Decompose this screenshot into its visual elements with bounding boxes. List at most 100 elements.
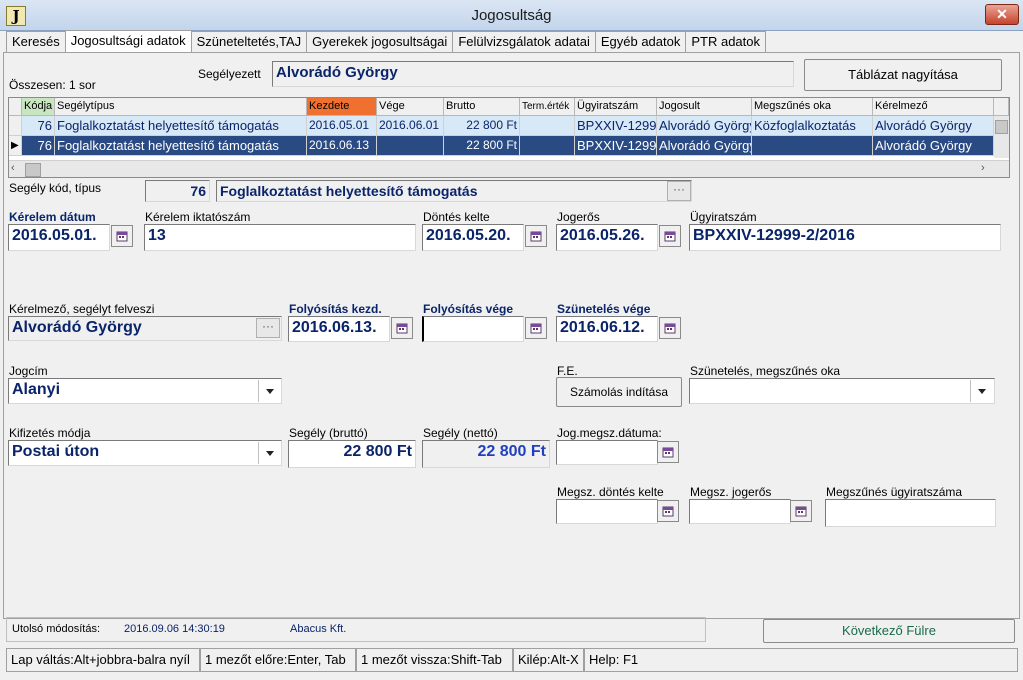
megsz-ugyirat-field[interactable]: [825, 499, 996, 527]
col-header-term[interactable]: Term.érték: [520, 98, 575, 116]
cell-tipus: Foglalkoztatást helyettesítő támogatás: [55, 136, 307, 156]
szun-oka-select[interactable]: [689, 378, 995, 404]
kerelmezo-label: Kérelmező, segélyt felveszi: [9, 302, 155, 316]
cell-tipus: Foglalkoztatást helyettesítő támogatás: [55, 116, 307, 136]
h-scroll-thumb[interactable]: [25, 163, 41, 177]
calendar-icon[interactable]: [657, 441, 679, 463]
szun-vege-label: Szünetelés vége: [557, 302, 651, 316]
row-indicator: [9, 116, 22, 136]
status-hint-tab-switch: Lap váltás:Alt+jobbra-balra nyíl: [6, 648, 200, 672]
window-title: Jogosultság: [471, 7, 552, 24]
tab-jogosultsagi-adatok[interactable]: Jogosultsági adatok: [64, 30, 192, 52]
megsz-dontes-field[interactable]: [556, 499, 658, 524]
seg-tipus-field: Foglalkoztatást helyettesítő támogatás: [216, 180, 692, 202]
brutto-label: Segély (bruttó): [289, 426, 368, 440]
cell-vege: 2016.06.01: [377, 116, 444, 136]
tab-kereses[interactable]: Keresés: [6, 31, 66, 52]
dontes-kelte-field[interactable]: 2016.05.20.: [422, 224, 524, 251]
seg-kod-label: Segély kód, típus: [9, 181, 102, 195]
col-header-kezdete[interactable]: Kezdete: [307, 98, 377, 116]
seg-kod-field: 76: [145, 180, 210, 202]
cell-ugyirat: BPXXIV-12999-2/2016: [575, 116, 657, 136]
kerelmezo-lookup-button[interactable]: ···: [256, 318, 280, 338]
row-indicator-header: [9, 98, 22, 116]
enlarge-table-button[interactable]: Táblázat nagyítása: [804, 59, 1002, 91]
cell-jogosult: Alvorádó György: [657, 116, 752, 136]
col-header-jogosult[interactable]: Jogosult: [657, 98, 752, 116]
cell-brutto: 22 800 Ft: [444, 136, 520, 156]
tab-szuneteltetes[interactable]: Szüneteltetés,TAJ: [190, 31, 308, 52]
tab-strip: Keresés Jogosultsági adatok Szünetelteté…: [6, 30, 767, 52]
calendar-icon[interactable]: [391, 317, 413, 339]
scroll-corner: [994, 98, 1009, 116]
cell-ugyirat: BPXXIV-12999-2/2016: [575, 136, 657, 156]
jogeros-label: Jogerős: [557, 210, 600, 224]
col-header-ugyirat[interactable]: Ügyiratszám: [575, 98, 657, 116]
megsz-jogeros-field[interactable]: [689, 499, 791, 524]
calendar-icon[interactable]: [657, 500, 679, 522]
scroll-right-icon[interactable]: ›: [981, 162, 985, 174]
calendar-icon[interactable]: [525, 225, 547, 247]
scroll-left-icon[interactable]: ‹: [11, 162, 15, 174]
ugyirat-field[interactable]: BPXXIV-12999-2/2016: [689, 224, 1001, 251]
calendar-icon[interactable]: [659, 225, 681, 247]
tab-felulvizsgalatok[interactable]: Felülvizsgálatok adatai: [452, 31, 596, 52]
next-tab-button[interactable]: Következő Fülre: [763, 619, 1015, 643]
col-header-brutto[interactable]: Brutto: [444, 98, 520, 116]
col-header-megszunes[interactable]: Megszűnés oka: [752, 98, 873, 116]
seg-tipus-lookup-button[interactable]: ···: [667, 181, 691, 201]
foly-vege-field[interactable]: [422, 316, 524, 342]
jogcim-value: Alanyi: [12, 381, 61, 398]
col-header-vege[interactable]: Vége: [377, 98, 444, 116]
horizontal-scrollbar[interactable]: ‹ ›: [9, 160, 1009, 177]
last-modified-panel: [6, 617, 706, 642]
kifizetes-value: Postai úton: [12, 443, 100, 460]
calendar-icon[interactable]: [525, 317, 547, 339]
foly-kezd-field[interactable]: 2016.06.13.: [288, 316, 390, 342]
kifizetes-select[interactable]: Postai úton: [8, 440, 282, 466]
tab-gyerekek[interactable]: Gyerekek jogosultságai: [306, 31, 454, 52]
jog-megsz-field[interactable]: [556, 440, 658, 465]
tab-ptr[interactable]: PTR adatok: [685, 31, 767, 52]
status-hint-exit: Kilép:Alt-X: [513, 648, 584, 672]
col-header-kod[interactable]: Kódja: [22, 98, 55, 116]
foly-vege-label: Folyósítás vége: [423, 302, 514, 316]
chevron-down-icon[interactable]: [258, 442, 280, 464]
chevron-down-icon[interactable]: [970, 380, 992, 402]
cell-term: [520, 136, 575, 156]
szun-vege-field[interactable]: 2016.06.12.: [556, 316, 658, 342]
total-count: Összesen: 1 sor: [9, 78, 96, 92]
last-mod-user: Abacus Kft.: [290, 623, 347, 635]
kifizetes-label: Kifizetés módja: [9, 426, 91, 440]
jogcim-label: Jogcím: [9, 364, 48, 378]
dontes-kelte-label: Döntés kelte: [423, 210, 490, 224]
kerelem-iktato-field[interactable]: 13: [144, 224, 416, 251]
col-header-tipus[interactable]: Segélytípus: [55, 98, 307, 116]
recipient-label: Segélyezett: [198, 67, 261, 81]
calendar-icon[interactable]: [659, 317, 681, 339]
jog-megsz-label: Jog.megsz.dátuma:: [557, 426, 662, 440]
calendar-icon[interactable]: [111, 225, 133, 247]
kerelem-datum-field[interactable]: 2016.05.01.: [8, 224, 110, 251]
col-header-kerelmezo[interactable]: Kérelmező: [873, 98, 994, 116]
calendar-icon[interactable]: [790, 500, 812, 522]
close-button[interactable]: ✕: [985, 4, 1019, 25]
jogcim-select[interactable]: Alanyi: [8, 378, 282, 404]
data-grid[interactable]: Kódja Segélytípus Kezdete Vége Brutto Te…: [8, 97, 1010, 178]
recipient-field: Alvorádó György: [272, 61, 794, 87]
brutto-field[interactable]: 22 800 Ft: [288, 440, 416, 468]
scroll-thumb[interactable]: [995, 120, 1008, 134]
jogeros-field[interactable]: 2016.05.26.: [556, 224, 658, 251]
kerelem-iktato-label: Kérelem iktatószám: [145, 210, 251, 224]
foly-kezd-label: Folyósítás kezd.: [289, 302, 382, 316]
tab-egyeb[interactable]: Egyéb adatok: [594, 31, 687, 52]
chevron-down-icon[interactable]: [258, 380, 280, 402]
row-pointer-icon: ▶: [9, 136, 22, 156]
cell-kod: 76: [22, 136, 55, 156]
last-mod-label: Utolsó módosítás:: [12, 623, 101, 635]
status-hint-help: Help: F1: [584, 648, 1018, 672]
calculation-start-button[interactable]: Számolás indítása: [556, 377, 682, 407]
ugyirat-label: Ügyiratszám: [690, 210, 757, 224]
kerelem-datum-label: Kérelem dátum: [9, 210, 96, 224]
vertical-scrollbar[interactable]: [994, 116, 1009, 158]
